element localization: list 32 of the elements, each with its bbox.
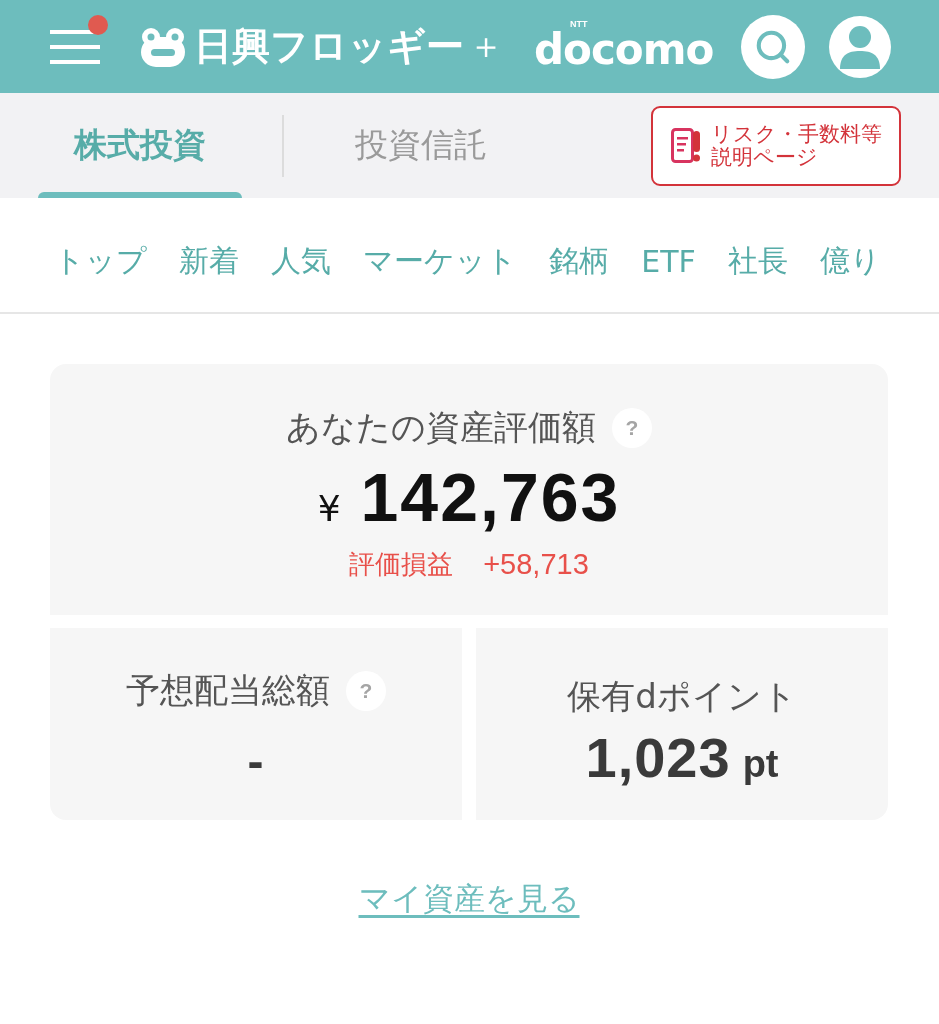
category-link[interactable]: 社長 <box>727 240 788 282</box>
tab[interactable]: 投資信託 <box>319 93 523 198</box>
tab[interactable]: 株式投資 <box>38 93 242 198</box>
risk-fees-button[interactable]: リスク・手数料等 説明ページ <box>651 105 901 186</box>
partner-logo-text: docomo <box>534 28 714 71</box>
asset-value: 142,763 <box>360 462 621 532</box>
stat-value: 1,023 <box>585 731 731 785</box>
help-button[interactable]: ? <box>346 671 386 711</box>
stat-value: - <box>247 735 265 789</box>
logo-text: 日興フロッギー <box>194 23 464 70</box>
my-assets-link[interactable]: マイ資産を見る <box>358 878 580 918</box>
frog-icon <box>140 26 186 67</box>
card-title: 予想配当総額 <box>126 669 330 712</box>
card-title: あなたの資産評価額 <box>286 406 596 449</box>
card-title: 保有dポイント <box>567 675 797 718</box>
person-icon <box>840 24 880 69</box>
category-link[interactable]: トップ <box>54 240 147 282</box>
help-button[interactable]: ? <box>612 408 652 448</box>
category-link[interactable]: 新着 <box>179 240 240 282</box>
logo-plus: ＋ <box>468 24 504 68</box>
gain-value: +58,713 <box>483 548 589 580</box>
unit-label: pt <box>742 743 779 786</box>
category-link[interactable]: ETF <box>641 243 696 279</box>
category-link[interactable]: 人気 <box>271 240 332 282</box>
document-alert-icon <box>671 127 701 164</box>
menu-icon <box>50 29 100 64</box>
category-link[interactable]: 億り <box>820 240 881 282</box>
gain-label: 評価損益 <box>349 548 454 580</box>
partner-mark: NTT <box>570 18 588 29</box>
category-link[interactable]: 銘柄 <box>549 240 610 282</box>
category-link[interactable]: マーケット <box>363 240 518 282</box>
currency-symbol: ¥ <box>317 488 341 529</box>
